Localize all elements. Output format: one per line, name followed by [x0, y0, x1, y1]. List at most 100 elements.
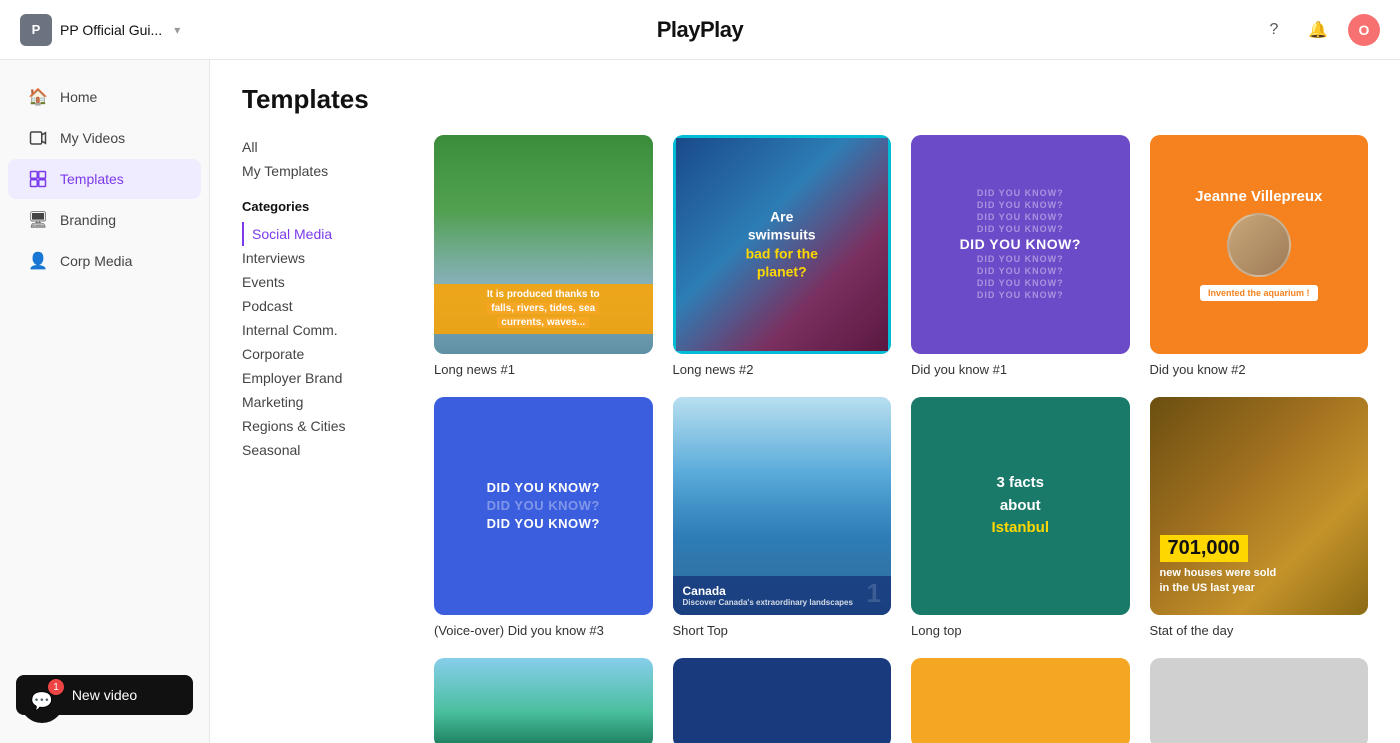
template-thumb: Canada Discover Canada's extraordinary l…	[673, 397, 892, 616]
sidebar-item-label: Home	[60, 89, 97, 105]
template-card-blue-box[interactable]	[673, 658, 892, 743]
template-thumb: Jeanne Villepreux Invented the aquarium …	[1150, 135, 1369, 354]
dyk3-line-3: DID YOU KNOW?	[487, 516, 600, 531]
dyk-line: DID YOU KNOW?	[977, 212, 1064, 222]
jeanne-portrait	[1227, 213, 1291, 277]
dyk-line: DID YOU KNOW?	[977, 266, 1064, 276]
branding-icon: 🖥	[28, 210, 48, 230]
sidebar-item-templates[interactable]: Templates	[8, 159, 201, 199]
filter-all[interactable]: All	[242, 135, 402, 159]
template-card-did-you-know-2[interactable]: Jeanne Villepreux Invented the aquarium …	[1150, 135, 1369, 377]
stat-number: 701,000	[1160, 535, 1248, 562]
filter-panel: All My Templates Categories Social Media…	[242, 135, 402, 743]
dyk-line-highlight: DID YOU KNOW?	[960, 236, 1081, 252]
stat-overlay: 701,000 new houses were soldin the US la…	[1160, 535, 1359, 595]
template-card-did-you-know-1[interactable]: DID YOU KNOW? DID YOU KNOW? DID YOU KNOW…	[911, 135, 1130, 377]
template-label: Long news #1	[434, 362, 653, 377]
template-label: Did you know #2	[1150, 362, 1369, 377]
filter-interviews[interactable]: Interviews	[242, 246, 402, 270]
template-thumb	[911, 658, 1130, 743]
topbar: P PP Official Gui... ▾ PlayPlay ? 🔔 O	[0, 0, 1400, 60]
main-content: Templates All My Templates Categories So…	[210, 60, 1400, 743]
template-card-stat-of-day[interactable]: 701,000 new houses were soldin the US la…	[1150, 397, 1369, 639]
filter-marketing[interactable]: Marketing	[242, 390, 402, 414]
sidebar-item-label: Templates	[60, 171, 124, 187]
canada-number: 1	[867, 578, 881, 609]
dyk-line: DID YOU KNOW?	[977, 200, 1064, 210]
filter-internal-comm[interactable]: Internal Comm.	[242, 318, 402, 342]
sidebar-item-branding[interactable]: 🖥 Branding	[8, 200, 201, 240]
canada-overlay: Canada Discover Canada's extraordinary l…	[673, 576, 892, 615]
sidebar-nav: 🏠 Home My Videos Templates 🖥 Branding	[0, 76, 209, 663]
user-avatar[interactable]: O	[1348, 14, 1380, 46]
template-card-long-top[interactable]: 3 factsaboutIstanbul Long top	[911, 397, 1130, 639]
stat-desc: new houses were soldin the US last year	[1160, 566, 1359, 595]
templates-grid: It is produced thanks tofalls, rivers, t…	[434, 135, 1368, 743]
page-title: Templates	[242, 84, 1368, 115]
templates-icon	[28, 169, 48, 189]
dyk-line: DID YOU KNOW?	[977, 254, 1064, 264]
filter-employer-brand[interactable]: Employer Brand	[242, 366, 402, 390]
dyk-line: DID YOU KNOW?	[977, 188, 1064, 198]
template-card-did-you-know-3[interactable]: DID YOU KNOW? DID YOU KNOW? DID YOU KNOW…	[434, 397, 653, 639]
template-thumb: 701,000 new houses were soldin the US la…	[1150, 397, 1369, 616]
body-layout: 🏠 Home My Videos Templates 🖥 Branding	[0, 60, 1400, 743]
sidebar-item-label: Branding	[60, 212, 116, 228]
template-thumb	[434, 658, 653, 743]
home-icon: 🏠	[28, 87, 48, 107]
dyk-line: DID YOU KNOW?	[977, 224, 1064, 234]
sidebar-item-home[interactable]: 🏠 Home	[8, 77, 201, 117]
dyk-line: DID YOU KNOW?	[977, 290, 1064, 300]
filter-events[interactable]: Events	[242, 270, 402, 294]
filter-social-media[interactable]: Social Media	[242, 222, 402, 246]
template-card-short-top[interactable]: Canada Discover Canada's extraordinary l…	[673, 397, 892, 639]
istanbul-text: 3 factsaboutIstanbul	[991, 472, 1049, 540]
video-icon	[28, 128, 48, 148]
filter-corporate[interactable]: Corporate	[242, 342, 402, 366]
dyk3-line-1: DID YOU KNOW?	[487, 480, 600, 495]
chevron-down-icon[interactable]: ▾	[174, 23, 180, 37]
template-label: Long top	[911, 623, 1130, 638]
template-thumb	[1150, 658, 1369, 743]
workspace-name[interactable]: PP Official Gui...	[60, 22, 162, 38]
chat-badge: 1	[48, 679, 64, 695]
template-thumb: It is produced thanks tofalls, rivers, t…	[434, 135, 653, 354]
template-label: Stat of the day	[1150, 623, 1369, 638]
template-thumb: DID YOU KNOW? DID YOU KNOW? DID YOU KNOW…	[911, 135, 1130, 354]
workspace-avatar: P	[20, 14, 52, 46]
jeanne-tag: Invented the aquarium !	[1200, 285, 1318, 301]
topbar-right: ? 🔔 O	[1260, 14, 1380, 46]
template-card-beach[interactable]	[434, 658, 653, 743]
content-layout: All My Templates Categories Social Media…	[242, 135, 1368, 743]
topbar-left: P PP Official Gui... ▾	[20, 14, 180, 46]
template-thumb: 3 factsaboutIstanbul	[911, 397, 1130, 616]
waterfall-overlay: It is produced thanks tofalls, rivers, t…	[434, 284, 653, 334]
sidebar-item-label: My Videos	[60, 130, 125, 146]
notification-icon[interactable]: 🔔	[1304, 16, 1332, 44]
jeanne-name: Jeanne Villepreux	[1195, 188, 1322, 205]
template-card-long-news-1[interactable]: It is produced thanks tofalls, rivers, t…	[434, 135, 653, 377]
template-label: Did you know #1	[911, 362, 1130, 377]
filter-seasonal[interactable]: Seasonal	[242, 438, 402, 462]
sidebar-item-my-videos[interactable]: My Videos	[8, 118, 201, 158]
template-thumb: Are swimsuitsbad for the planet?	[673, 135, 892, 354]
help-icon[interactable]: ?	[1260, 16, 1288, 44]
sidebar: 🏠 Home My Videos Templates 🖥 Branding	[0, 60, 210, 743]
chat-icon: 💬	[31, 691, 53, 712]
sidebar-item-corp-media[interactable]: 👤 Corp Media	[8, 241, 201, 281]
template-label: (Voice-over) Did you know #3	[434, 623, 653, 638]
template-thumb: DID YOU KNOW? DID YOU KNOW? DID YOU KNOW…	[434, 397, 653, 616]
template-card-long-news-2[interactable]: Are swimsuitsbad for the planet? Long ne…	[673, 135, 892, 377]
categories-title: Categories	[242, 199, 402, 214]
template-label: Short Top	[673, 623, 892, 638]
corp-media-icon: 👤	[28, 251, 48, 271]
template-card-yellow-box[interactable]	[911, 658, 1130, 743]
filter-my-templates[interactable]: My Templates	[242, 159, 402, 183]
template-thumb	[673, 658, 892, 743]
chat-bubble[interactable]: 💬 1	[20, 679, 64, 723]
filter-regions-cities[interactable]: Regions & Cities	[242, 414, 402, 438]
template-card-person[interactable]	[1150, 658, 1369, 743]
app-logo: PlayPlay	[657, 17, 744, 43]
dyk-line: DID YOU KNOW?	[977, 278, 1064, 288]
filter-podcast[interactable]: Podcast	[242, 294, 402, 318]
